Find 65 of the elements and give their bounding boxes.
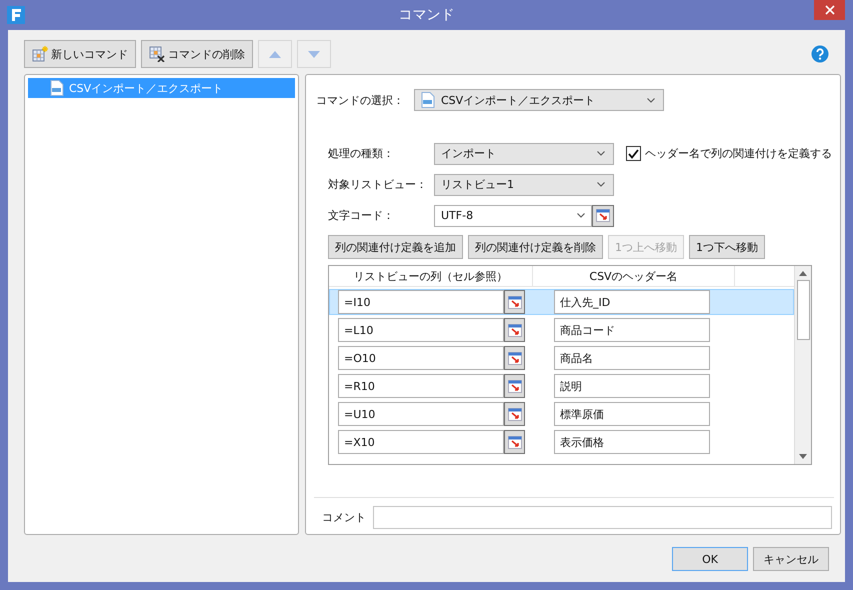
close-icon [824, 5, 834, 15]
field-label: 文字コード： [327, 208, 395, 223]
cell-ref-field[interactable]: =O10 [338, 346, 504, 370]
caret-icon [577, 213, 585, 218]
up-arrow-icon [269, 50, 281, 58]
mapping-button[interactable]: 列の関連付け定義を削除 [468, 235, 603, 259]
column-header: CSVのヘッダー名 [533, 266, 735, 286]
dialog-button[interactable]: キャンセル [753, 547, 829, 571]
table-row[interactable]: =X10 表示価格 [329, 429, 794, 455]
scroll-down-icon[interactable] [799, 454, 807, 459]
field-label: 処理の種類： [327, 146, 395, 161]
scroll-up-icon[interactable] [799, 271, 807, 276]
cell-picker-button[interactable] [504, 318, 525, 342]
mapping-button[interactable]: 1つ下へ移動 [689, 235, 765, 259]
caret-icon [647, 98, 655, 102]
field-label: コメント [321, 510, 367, 525]
window-title: コマンド [398, 6, 454, 24]
app-logo-icon [7, 6, 25, 24]
cell-picker-button[interactable] [504, 374, 525, 398]
caret-icon [597, 151, 605, 156]
close-button[interactable] [814, 0, 845, 20]
header-name-field[interactable]: 商品コード [554, 318, 710, 342]
checkmark-icon [628, 148, 639, 158]
new-grid-icon [32, 46, 48, 62]
help-icon[interactable] [811, 45, 829, 63]
cell-ref-field[interactable]: =X10 [338, 430, 504, 454]
caret-icon [597, 182, 605, 187]
column-header: リストビューの列（セル参照） [329, 266, 533, 286]
header-name-field[interactable]: 説明 [554, 374, 710, 398]
table-row[interactable]: =I10 仕入先_ID [329, 289, 794, 315]
table-row[interactable]: =L10 商品コード [329, 317, 794, 343]
toolbar-button[interactable]: 新しいコマンド [24, 40, 136, 68]
header-name-field[interactable]: 標準原価 [554, 402, 710, 426]
process-type-dropdown[interactable]: インポート [434, 142, 614, 164]
cell-picker-button[interactable] [592, 204, 614, 226]
command-dropdown[interactable]: CSVインポート／エクスポート [414, 89, 664, 111]
header-mapping-checkbox[interactable]: ヘッダー名で列の関連付けを定義する [626, 146, 832, 161]
cell-picker-button[interactable] [504, 346, 525, 370]
cell-ref-field[interactable]: =U10 [338, 402, 504, 426]
cell-picker-button[interactable] [504, 290, 525, 314]
vertical-scrollbar[interactable] [794, 266, 811, 464]
cell-picker-button[interactable] [504, 430, 525, 454]
header-name-field[interactable]: 商品名 [554, 346, 710, 370]
comment-field[interactable] [373, 506, 832, 529]
csv-file-icon [421, 92, 435, 108]
toolbar-button[interactable]: コマンドの削除 [141, 40, 253, 68]
cell-ref-field[interactable]: =I10 [338, 290, 504, 314]
table-row[interactable]: =U10 標準原価 [329, 401, 794, 427]
encoding-combobox[interactable]: UTF-8 [434, 204, 592, 226]
dialog-button[interactable]: OK [672, 547, 748, 571]
delete-grid-icon [149, 46, 165, 62]
field-label: 対象リストビュー： [327, 177, 428, 192]
header-name-field[interactable]: 仕入先_ID [554, 290, 710, 314]
listview-dropdown[interactable]: リストビュー1 [434, 174, 614, 196]
cell-picker-button[interactable] [504, 402, 525, 426]
csv-file-icon [50, 80, 64, 96]
cell-ref-field[interactable]: =R10 [338, 374, 504, 398]
table-row[interactable]: =R10 説明 [329, 373, 794, 399]
down-arrow-icon [308, 50, 320, 58]
cell-ref-field[interactable]: =L10 [338, 318, 504, 342]
mapping-button[interactable]: 列の関連付け定義を追加 [328, 235, 463, 259]
scroll-thumb[interactable] [796, 280, 810, 340]
field-label: コマンドの選択： [316, 92, 405, 108]
header-name-field[interactable]: 表示価格 [554, 430, 710, 454]
table-row[interactable]: =O10 商品名 [329, 345, 794, 371]
